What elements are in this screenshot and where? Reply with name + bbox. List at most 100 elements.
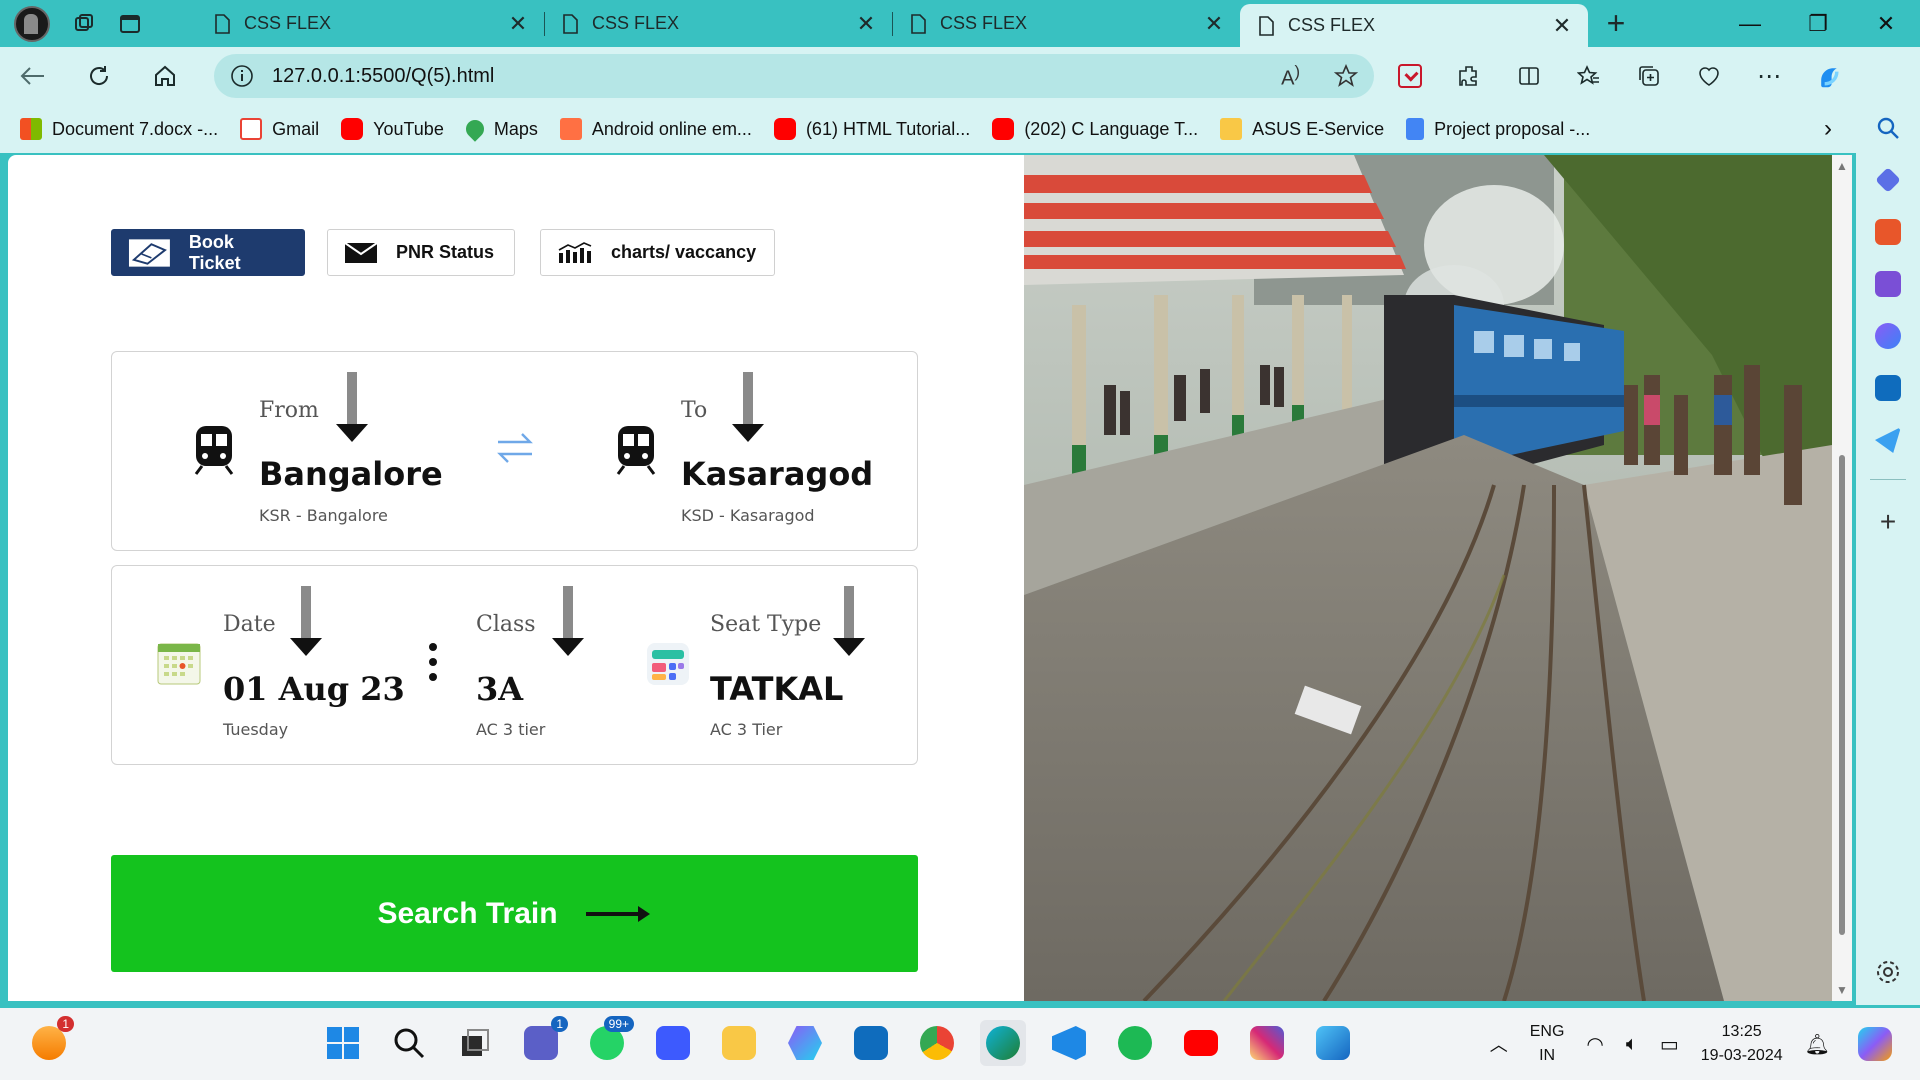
close-window-button[interactable]: ✕: [1852, 0, 1920, 47]
seat-type-dropdown-arrow-icon[interactable]: [833, 586, 865, 658]
vertical-tabs-icon[interactable]: [118, 12, 142, 36]
date-dropdown-arrow-icon[interactable]: [290, 586, 322, 658]
tab-3[interactable]: CSS FLEX ✕: [892, 0, 1240, 47]
profile-avatar[interactable]: [14, 5, 50, 42]
ai-app[interactable]: [650, 1020, 696, 1066]
search-train-button[interactable]: Search Train: [111, 855, 918, 972]
search-icon[interactable]: [1875, 115, 1901, 141]
photos-app[interactable]: [1310, 1020, 1356, 1066]
spotify-app[interactable]: [1112, 1020, 1158, 1066]
scroll-up-icon[interactable]: ▲: [1836, 159, 1848, 173]
browser-essentials-icon[interactable]: [1696, 64, 1722, 88]
sidebar-divider: [1870, 479, 1906, 480]
extensions-icon[interactable]: [1456, 64, 1482, 88]
volume-icon[interactable]: 🔈︎: [1626, 1033, 1638, 1056]
from-dropdown-arrow-icon[interactable]: [336, 372, 368, 444]
bookmark-item[interactable]: Project proposal -...: [1406, 118, 1590, 140]
home-button[interactable]: [132, 64, 198, 88]
settings-gear-icon[interactable]: [1875, 959, 1901, 985]
bookmark-item[interactable]: (202) C Language T...: [992, 118, 1198, 140]
pocket-icon[interactable]: [1398, 64, 1422, 88]
outlook-icon[interactable]: [1875, 375, 1901, 401]
class-dropdown-arrow-icon[interactable]: [552, 586, 584, 658]
to-city[interactable]: Kasaragod: [681, 455, 873, 493]
pnr-status-button[interactable]: PNR Status: [327, 229, 515, 276]
bookmark-item[interactable]: Maps: [462, 116, 538, 142]
copilot-sidebar-icon[interactable]: [1875, 323, 1901, 349]
bookmark-item[interactable]: Android online em...: [559, 118, 752, 140]
bookmark-item[interactable]: Document 7.docx -...: [20, 118, 218, 140]
tab-4-active[interactable]: CSS FLEX ✕: [1240, 4, 1588, 47]
bookmark-item[interactable]: ASUS E-Service: [1220, 118, 1384, 140]
close-tab-icon[interactable]: ✕: [1550, 13, 1574, 39]
refresh-button[interactable]: [66, 64, 132, 88]
copilot-preview-button[interactable]: [1852, 1021, 1898, 1067]
task-view-button[interactable]: [452, 1020, 498, 1066]
chrome-app[interactable]: [914, 1020, 960, 1066]
instagram-app[interactable]: [1244, 1020, 1290, 1066]
language-indicator[interactable]: ENG IN: [1530, 1020, 1565, 1068]
collections-icon[interactable]: [1636, 64, 1662, 88]
restore-button[interactable]: ❐: [1784, 0, 1852, 47]
clock[interactable]: 13:25 19-03-2024: [1701, 1020, 1783, 1068]
send-icon[interactable]: [1875, 427, 1901, 453]
scrollbar-thumb[interactable]: [1839, 455, 1845, 935]
wifi-icon[interactable]: ◠: [1586, 1032, 1603, 1057]
class-value[interactable]: 3A: [476, 670, 523, 708]
to-dropdown-arrow-icon[interactable]: [732, 372, 764, 444]
back-button[interactable]: [0, 66, 66, 86]
tab-2[interactable]: CSS FLEX ✕: [544, 0, 892, 47]
date-value[interactable]: 01 Aug 23: [223, 670, 405, 708]
store-icon: [854, 1026, 888, 1060]
bookmark-item[interactable]: (61) HTML Tutorial...: [773, 118, 970, 140]
close-tab-icon[interactable]: ✕: [506, 11, 530, 37]
bookmark-item[interactable]: YouTube: [341, 118, 444, 140]
split-screen-icon[interactable]: [1516, 64, 1542, 88]
file-explorer-app[interactable]: [716, 1020, 762, 1066]
bookmarks-overflow-chevron-icon[interactable]: ›: [1824, 115, 1832, 143]
book-ticket-label: Book Ticket: [188, 231, 241, 273]
new-tab-button[interactable]: +: [1588, 0, 1644, 47]
more-options-icon[interactable]: ⋯: [1756, 63, 1782, 90]
notification-bell-icon[interactable]: 🔔︎: [1805, 1032, 1830, 1057]
workspaces-icon[interactable]: [72, 12, 96, 36]
battery-icon[interactable]: ▭: [1660, 1032, 1679, 1057]
bookmark-item[interactable]: Gmail: [240, 118, 319, 140]
address-bar[interactable]: 127.0.0.1:5500/Q(5).html A): [214, 54, 1374, 98]
favorite-star-icon[interactable]: [1334, 64, 1358, 88]
from-city[interactable]: Bangalore: [259, 455, 443, 493]
date-weekday: Tuesday: [223, 720, 289, 739]
scroll-down-icon[interactable]: ▼: [1836, 983, 1848, 997]
page-scrollbar[interactable]: ▲ ▼: [1832, 155, 1852, 1001]
read-aloud-icon[interactable]: A): [1281, 62, 1300, 91]
taskbar-search-button[interactable]: [386, 1020, 432, 1066]
games-icon[interactable]: [1875, 271, 1901, 297]
language-text: ENG: [1529, 1023, 1565, 1040]
vscode-app[interactable]: [1046, 1020, 1092, 1066]
close-tab-icon[interactable]: ✕: [854, 11, 878, 37]
swap-arrows-icon[interactable]: [494, 430, 536, 466]
teams-app[interactable]: 1: [518, 1016, 568, 1066]
favorites-icon[interactable]: [1576, 64, 1602, 88]
tools-briefcase-icon[interactable]: [1875, 219, 1901, 245]
charts-vacancy-button[interactable]: charts/ vaccancy: [540, 229, 775, 276]
seat-type-value[interactable]: TATKAL: [710, 670, 843, 708]
copilot-icon[interactable]: [1816, 64, 1842, 88]
whatsapp-app[interactable]: 99+: [584, 1016, 634, 1066]
copilot-app[interactable]: [782, 1020, 828, 1066]
store-app[interactable]: [848, 1020, 894, 1066]
search-icon: [394, 1028, 425, 1059]
minimize-button[interactable]: —: [1716, 0, 1784, 47]
edge-app-active[interactable]: [980, 1020, 1026, 1066]
add-sidebar-app-icon[interactable]: +: [1880, 506, 1896, 538]
show-hidden-icons-chevron-icon[interactable]: ︿: [1490, 1031, 1508, 1057]
mail-envelope-icon: [344, 241, 378, 263]
youtube-app[interactable]: [1178, 1020, 1224, 1066]
route-card: From Bangalore KSR - Bangalore To Kasara…: [111, 351, 918, 551]
start-button[interactable]: [320, 1020, 366, 1066]
weather-widget[interactable]: 1: [26, 1016, 74, 1066]
tab-1[interactable]: CSS FLEX ✕: [196, 0, 544, 47]
book-ticket-button[interactable]: Book Ticket: [111, 229, 305, 276]
close-tab-icon[interactable]: ✕: [1202, 11, 1226, 37]
shopping-tag-icon[interactable]: [1875, 167, 1901, 193]
